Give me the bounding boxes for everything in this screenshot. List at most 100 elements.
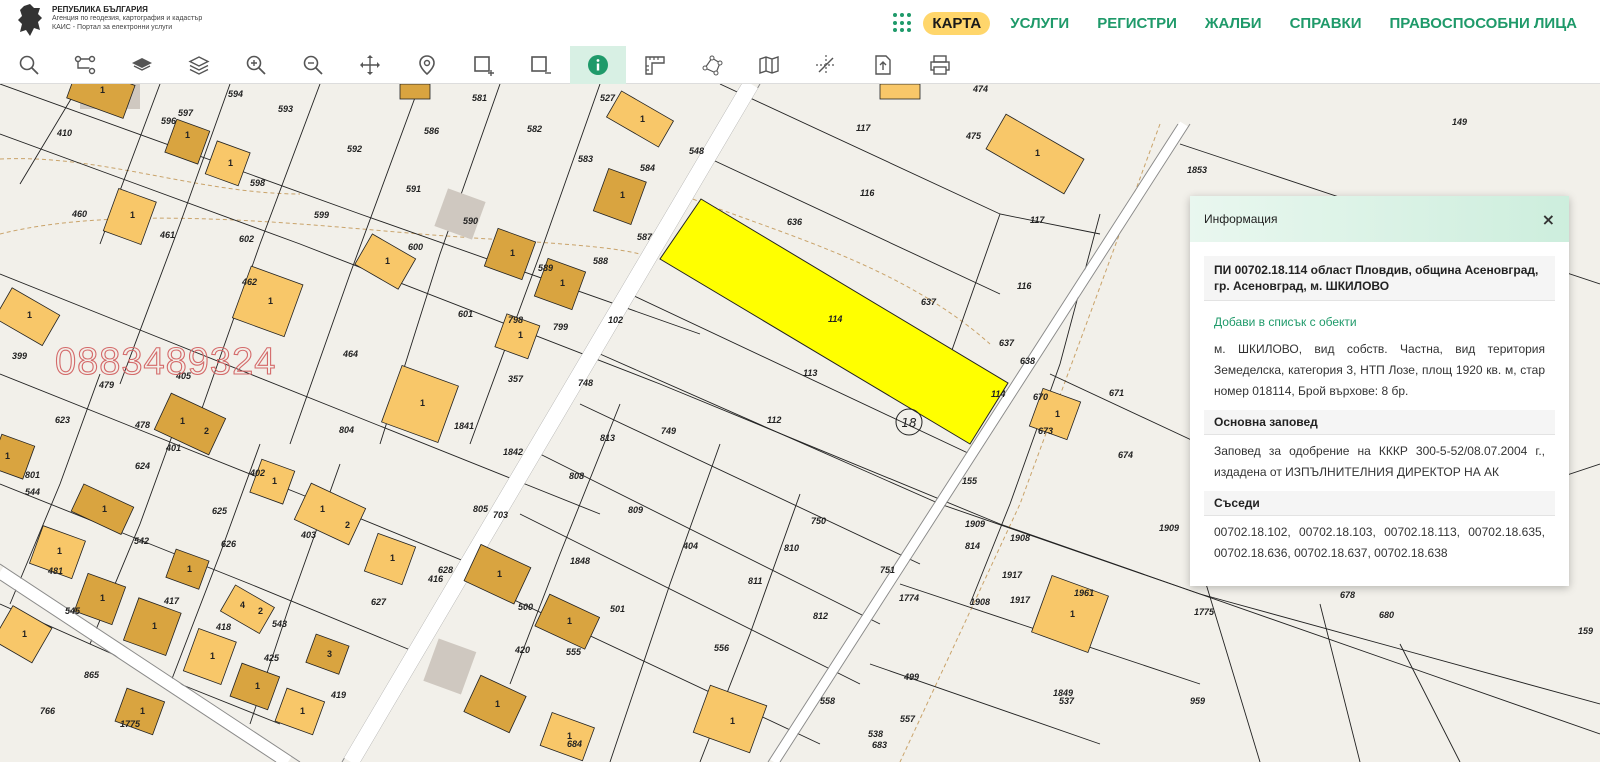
parcel-number-label: 582 — [527, 124, 542, 134]
parcel-number-label: 596 — [161, 116, 177, 126]
building-label: 1 — [180, 416, 185, 426]
info-panel: Информация × ПИ 00702.18.114 област Плов… — [1190, 196, 1569, 586]
add-to-list-link[interactable]: Добави в списък с обекти — [1214, 315, 1545, 329]
building-label: 1 — [272, 476, 277, 486]
parcel-number-label: 801 — [25, 470, 40, 480]
parcel-number-label: 808 — [569, 471, 584, 481]
nav-spravki[interactable]: СПРАВКИ — [1290, 15, 1362, 32]
parcel-number-label: 419 — [330, 690, 346, 700]
building-label: 1 — [1035, 148, 1040, 158]
parcel-number-label: 401 — [165, 443, 181, 453]
parcel-number-label: 116 — [860, 188, 875, 198]
parcel-number-label: 593 — [278, 104, 293, 114]
parcel-number-label: 1774 — [899, 593, 919, 603]
parcel-number-label: 813 — [600, 433, 615, 443]
map-button[interactable] — [741, 46, 797, 84]
parcel-number-label: 748 — [578, 378, 593, 388]
parcel-number-label: 598 — [250, 178, 265, 188]
building-label: 1 — [495, 699, 500, 709]
nav-pravosposobni-lica[interactable]: ПРАВОСПОСОБНИ ЛИЦА — [1390, 15, 1578, 32]
parcel-number-label: 811 — [748, 576, 762, 586]
building-label: 1 — [497, 569, 502, 579]
parcel-number-label: 703 — [493, 510, 508, 520]
parcel-number-label: 810 — [784, 543, 799, 553]
parcel-number-label: 637 — [921, 297, 937, 307]
cross-section-button[interactable] — [798, 46, 854, 84]
polygon-button[interactable] — [684, 46, 740, 84]
building-label: 3 — [327, 649, 332, 659]
building-label: 1 — [228, 158, 233, 168]
pan-icon — [360, 55, 380, 75]
parcel-number-label: 623 — [55, 415, 70, 425]
parcel-number-label: 809 — [628, 505, 643, 515]
info-icon — [588, 55, 608, 75]
parcel-number-label: 527 — [600, 93, 616, 103]
parcel-number-label: 537 — [1059, 696, 1075, 706]
building-label: 2 — [258, 606, 263, 616]
nav-uslugi[interactable]: УСЛУГИ — [1010, 15, 1069, 32]
parcel-number-label: 555 — [566, 647, 582, 657]
parcel-number-label: 602 — [239, 234, 254, 244]
parcel-number-label: 548 — [689, 146, 704, 156]
parcel-number-label: 461 — [159, 230, 175, 240]
pan-button[interactable] — [342, 46, 398, 84]
building-label: 1 — [185, 130, 190, 140]
measure-icon — [645, 56, 665, 75]
parcel-number-label: 1909 — [1159, 523, 1179, 533]
export-button[interactable] — [855, 46, 911, 84]
search-tool-button[interactable] — [1, 46, 57, 84]
select-add-button[interactable] — [456, 46, 512, 84]
building-label: 4 — [240, 600, 245, 610]
parcel-number-label: 590 — [463, 216, 478, 226]
top-header: РЕПУБЛИКА БЪЛГАРИЯ Агенция по геодезия, … — [0, 0, 1600, 46]
building-label: 1 — [130, 210, 135, 220]
parcel-number-label: 1775 — [1194, 607, 1215, 617]
parcel-number-label: 543 — [272, 619, 287, 629]
parcel-number-label: 751 — [880, 565, 895, 575]
measure-button[interactable] — [627, 46, 683, 84]
building-label: 1 — [210, 651, 215, 661]
parcel-number-label: 542 — [134, 536, 149, 546]
building-label: 1 — [22, 629, 27, 639]
nav-registri[interactable]: РЕГИСТРИ — [1097, 15, 1177, 32]
building-label: 1 — [385, 256, 390, 266]
lion-emblem-icon — [18, 4, 42, 36]
location-button[interactable] — [399, 46, 455, 84]
parcel-number-label: 1961 — [1074, 588, 1094, 598]
parcel-number-label: 418 — [215, 622, 231, 632]
parcel-number-label: 149 — [1452, 117, 1467, 127]
zoom-in-icon — [246, 55, 266, 75]
parcel-number-label: 597 — [178, 108, 194, 118]
nav-zhalbi[interactable]: ЖАЛБИ — [1205, 15, 1262, 32]
neighbors-text: 00702.18.102, 00702.18.103, 00702.18.113… — [1214, 525, 1545, 560]
parcel-number-label: 959 — [1190, 696, 1205, 706]
building-label: 1 — [187, 564, 192, 574]
logo-line3: КАИС - Портал за електронни услуги — [52, 24, 173, 31]
parcel-number-label: 812 — [813, 611, 828, 621]
parcel-number-label: 544 — [25, 487, 40, 497]
parcel-number-label: 1853 — [1187, 165, 1207, 175]
parcel-number-label: 102 — [608, 315, 623, 325]
parcel-number-label: 586 — [424, 126, 440, 136]
logo-line1: РЕПУБЛИКА БЪЛГАРИЯ — [52, 5, 148, 14]
zoom-out-button[interactable] — [285, 46, 341, 84]
building-label: 1 — [152, 621, 157, 631]
parcel-number-label: 557 — [900, 714, 916, 724]
parcel-number-label: 591 — [406, 184, 421, 194]
parcel-number-label: 556 — [714, 643, 730, 653]
order-section-title: Основна заповед — [1204, 410, 1555, 435]
select-remove-button[interactable] — [513, 46, 569, 84]
layers-tool-button[interactable] — [171, 46, 227, 84]
agency-logo[interactable]: РЕПУБЛИКА БЪЛГАРИЯ Агенция по геодезия, … — [16, 2, 202, 38]
parcel-details: м. ШКИЛОВО, вид собств. Частна, вид тери… — [1214, 342, 1545, 398]
parcel-number-label: 592 — [347, 144, 362, 154]
zoom-in-button[interactable] — [228, 46, 284, 84]
print-button[interactable] — [912, 46, 968, 84]
info-button[interactable] — [570, 46, 626, 84]
apps-grid-icon[interactable] — [893, 13, 913, 33]
nav-karta[interactable]: КАРТА — [923, 11, 991, 35]
building-label: 1 — [100, 593, 105, 603]
route-tool-button[interactable] — [57, 46, 113, 84]
close-icon[interactable]: × — [1542, 210, 1555, 229]
layer-tool-button[interactable] — [114, 46, 170, 84]
